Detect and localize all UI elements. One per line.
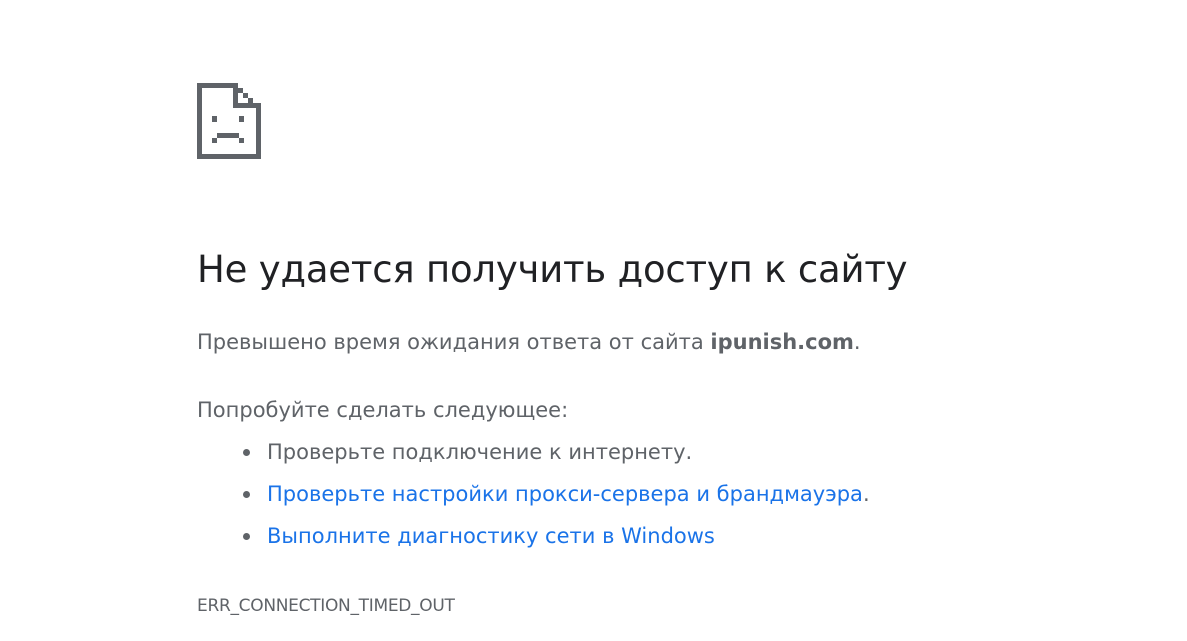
error-summary: Превышено время ожидания ответа от сайта… [197, 326, 861, 358]
page-title: Не удается получить доступ к сайту [197, 248, 908, 291]
run-network-diagnostics-link[interactable]: Выполните диагностику сети в Windows [267, 524, 715, 548]
error-code: ERR_CONNECTION_TIMED_OUT [197, 596, 455, 616]
sad-page-icon [197, 83, 261, 159]
suggestions-list: Проверьте подключение к интернету. Прове… [197, 436, 870, 562]
error-page: Не удается получить доступ к сайту Превы… [0, 0, 1187, 641]
suggestion-network-diagnostics: Выполните диагностику сети в Windows [197, 520, 870, 562]
suggestion-text: Проверьте подключение к интернету. [267, 440, 693, 464]
suggestion-check-proxy-firewall: Проверьте настройки прокси-сервера и бра… [197, 478, 870, 520]
suggestion-suffix: . [862, 482, 870, 506]
summary-suffix: . [853, 330, 861, 354]
suggestions-heading: Попробуйте сделать следующее: [197, 398, 569, 422]
site-host: ipunish.com [710, 330, 854, 354]
bullet-icon [243, 449, 250, 456]
check-proxy-firewall-link[interactable]: Проверьте настройки прокси-сервера и бра… [267, 482, 863, 506]
bullet-icon [243, 533, 250, 540]
summary-prefix: Превышено время ожидания ответа от сайта [197, 330, 711, 354]
bullet-icon [243, 491, 250, 498]
suggestion-check-connection: Проверьте подключение к интернету. [197, 436, 870, 478]
